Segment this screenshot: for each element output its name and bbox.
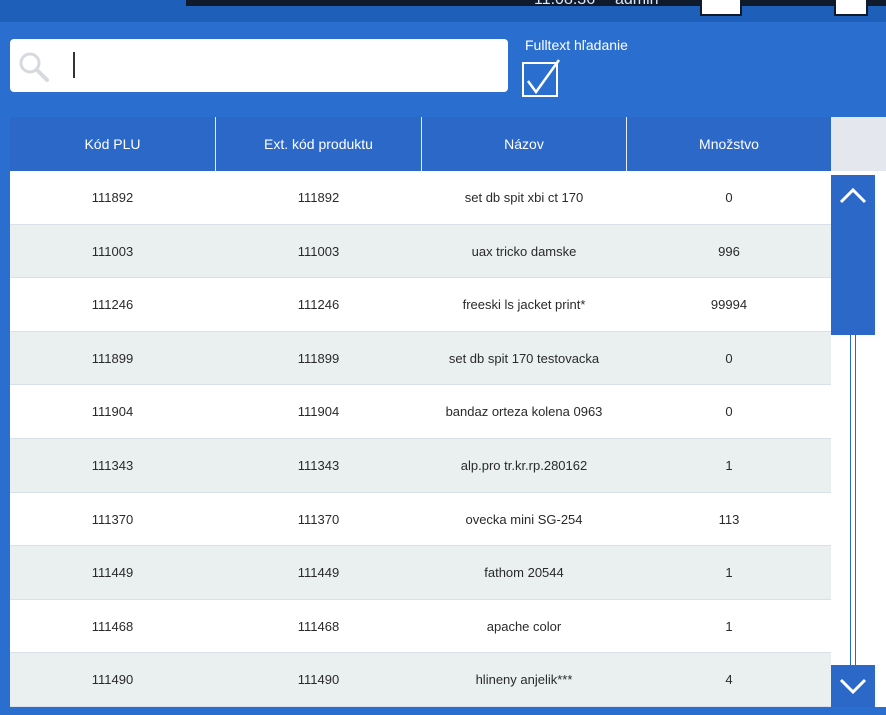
cell-name: set db spit xbi ct 170 [464,190,584,205]
column-header-name[interactable]: Názov [422,117,626,171]
table-row[interactable]: 111904 111904 bandaz orteza kolena 0963 … [10,385,831,439]
cell-quantity: 113 [718,511,740,527]
cell-plu: 111003 [91,243,134,259]
table-row[interactable]: 111892 111892 set db spit xbi ct 170 0 [10,171,831,225]
cell-name: bandaz orteza kolena 0963 [445,404,603,420]
cell-name: fathom 20544 [484,565,564,581]
fulltext-checkbox[interactable] [521,56,563,98]
table-row[interactable]: 111246 111246 freeski ls jacket print* 9… [10,278,831,332]
column-header-ext-code[interactable]: Ext. kód produktu [216,117,421,171]
cell-quantity: 0 [725,350,733,366]
product-table: Kód PLU Ext. kód produktu Názov Množstvo… [10,117,886,707]
scroll-down-button[interactable] [831,665,875,707]
cell-ext-code: 111343 [297,458,340,473]
cell-name: hlineny anjelik*** [475,672,573,688]
cell-ext-code: 111449 [297,565,340,581]
chevron-up-icon [839,187,867,204]
cell-name: freeski ls jacket print* [462,297,586,313]
cell-plu: 111449 [91,565,134,581]
scroll-up-button[interactable] [831,175,875,216]
cell-quantity: 1 [725,565,733,581]
cell-plu: 111899 [91,350,134,366]
cell-quantity: 996 [718,243,740,259]
cell-ext-code: 111246 [297,297,340,313]
column-header-quantity[interactable]: Množstvo [627,117,831,171]
chevron-down-icon [839,678,867,695]
scrollbar[interactable] [831,171,886,707]
cell-name: set db spit 170 testovacka [448,350,600,366]
fulltext-label: Fulltext hľadanie [525,37,628,53]
table-row[interactable]: 111003 111003 uax tricko damske 996 [10,224,831,279]
cell-name: ovecka mini SG-254 [465,511,583,527]
search-icon [19,52,49,82]
cell-plu: 111468 [91,618,134,634]
cell-plu: 111370 [91,511,134,527]
column-header-plu[interactable]: Kód PLU [10,117,215,171]
cell-plu: 111892 [91,190,134,205]
table-row[interactable]: 111468 111468 apache color 1 [10,600,831,654]
cell-quantity: 0 [725,404,733,420]
menu-icon[interactable] [834,0,868,16]
cell-name: apache color [486,618,562,634]
user-name: admin [615,0,659,9]
scrollbar-header [831,117,886,171]
scroll-thumb[interactable] [831,216,875,335]
cell-quantity: 4 [725,672,733,688]
table-row[interactable]: 111343 111343 alp.pro tr.kr.rp.280162 1 [10,439,831,493]
cell-name: uax tricko damske [471,243,577,259]
table-row[interactable]: 111370 111370 ovecka mini SG-254 113 [10,493,831,547]
cell-plu: 111343 [91,458,134,473]
cell-quantity: 1 [725,458,733,473]
text-caret [73,52,75,78]
search-input[interactable] [60,49,504,83]
cell-plu: 111904 [91,404,134,420]
cell-ext-code: 111490 [297,672,340,688]
cell-ext-code: 111370 [297,511,340,527]
cell-plu: 111246 [91,297,134,313]
cell-name: alp.pro tr.kr.rp.280162 [460,458,588,473]
cell-quantity: 0 [725,190,733,205]
cell-ext-code: 111892 [297,190,340,205]
search-box[interactable] [10,39,508,92]
table-row[interactable]: 111490 111490 hlineny anjelik*** 4 [10,653,831,707]
cell-ext-code: 111003 [297,243,340,259]
keyboard-icon[interactable] [700,0,742,16]
table-header: Kód PLU Ext. kód produktu Názov Množstvo [10,117,831,171]
cell-quantity: 99994 [710,297,748,313]
cell-quantity: 1 [725,618,733,634]
cell-ext-code: 111904 [297,404,340,420]
table-row[interactable]: 111449 111449 fathom 20544 1 [10,546,831,600]
cell-ext-code: 111899 [297,350,340,366]
top-bar: 11:08:36 admin [0,0,886,22]
table-row[interactable]: 111899 111899 set db spit 170 testovacka… [10,331,831,386]
cell-ext-code: 111468 [297,618,340,634]
clock-text: 11:08:36 [534,0,595,9]
table-body: 111892 111892 set db spit xbi ct 170 0 1… [10,171,831,707]
cell-plu: 111490 [91,672,134,688]
checkmark-icon [526,59,561,95]
